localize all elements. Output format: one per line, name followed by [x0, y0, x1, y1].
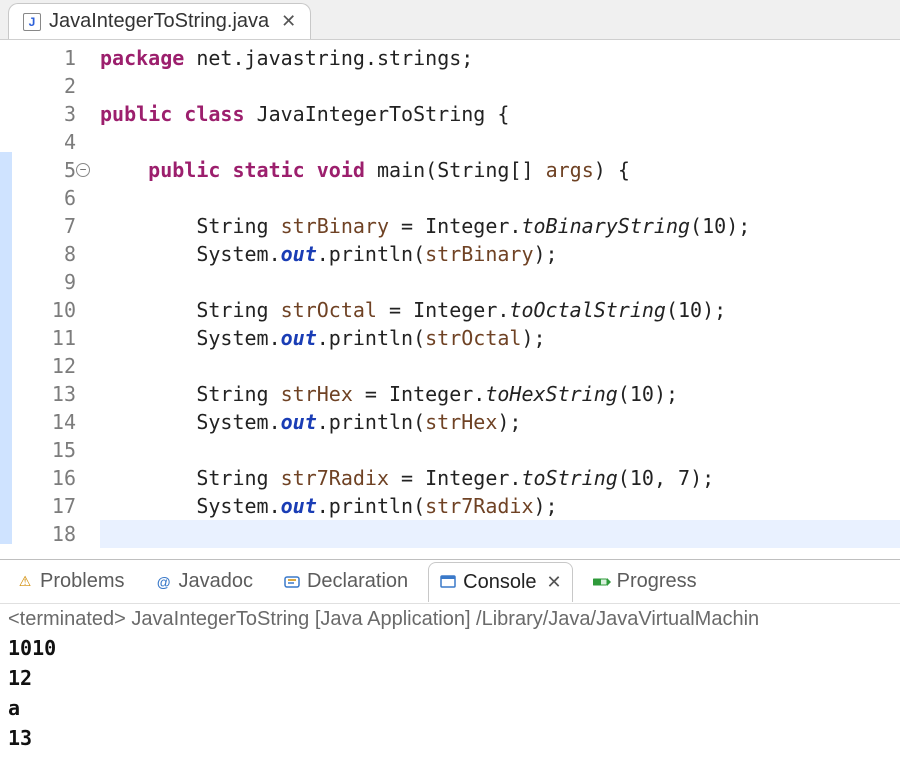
line-number: 7: [12, 212, 76, 240]
fold-collapse-icon[interactable]: −: [76, 163, 90, 177]
change-marker: [0, 320, 12, 348]
change-marker: [0, 460, 12, 488]
change-marker: [0, 292, 12, 320]
code-line[interactable]: System.out.println(strHex);: [100, 408, 900, 436]
line-number: 18: [12, 520, 76, 548]
line-number: 14: [12, 408, 76, 436]
code-line[interactable]: System.out.println(str7Radix);: [100, 492, 900, 520]
line-number-gutter: 12345−6789101112131415161718: [12, 40, 82, 559]
java-file-icon: J: [23, 13, 41, 31]
code-line[interactable]: [100, 72, 900, 100]
change-marker: [0, 376, 12, 404]
tab-declaration-label: Declaration: [307, 570, 408, 593]
line-number: 5−: [12, 156, 76, 184]
close-icon[interactable]: ✕: [277, 11, 296, 32]
code-line[interactable]: public class JavaIntegerToString {: [100, 100, 900, 128]
console-output[interactable]: 1010 12 a 13: [8, 633, 892, 753]
console-view: <terminated> JavaIntegerToString [Java A…: [0, 604, 900, 784]
change-marker: [0, 348, 12, 376]
change-marker: [0, 96, 12, 124]
tab-javadoc-label: Javadoc: [178, 570, 253, 593]
change-marker: [0, 124, 12, 152]
tab-progress-label: Progress: [617, 570, 697, 593]
bottom-panel-tabs: ⚠ Problems @ Javadoc Declaration Console…: [0, 560, 900, 604]
code-line[interactable]: String strHex = Integer.toHexString(10);: [100, 380, 900, 408]
declaration-icon: [283, 573, 301, 591]
line-number: 12: [12, 352, 76, 380]
code-area[interactable]: package net.javastring.strings; public cl…: [82, 40, 900, 559]
line-number: 4: [12, 128, 76, 156]
change-marker: [0, 404, 12, 432]
at-icon: @: [154, 573, 172, 591]
code-line[interactable]: [100, 436, 900, 464]
change-marker: [0, 264, 12, 292]
line-number: 13: [12, 380, 76, 408]
editor-tab-active[interactable]: J JavaIntegerToString.java ✕: [8, 3, 311, 39]
change-marker: [0, 432, 12, 460]
tab-problems-label: Problems: [40, 570, 124, 593]
line-number: 15: [12, 436, 76, 464]
code-line[interactable]: System.out.println(strBinary);: [100, 240, 900, 268]
change-marker: [0, 180, 12, 208]
code-line[interactable]: [100, 128, 900, 156]
code-line[interactable]: [100, 268, 900, 296]
code-line[interactable]: [100, 352, 900, 380]
code-editor[interactable]: 12345−6789101112131415161718 package net…: [0, 40, 900, 560]
code-line[interactable]: [100, 184, 900, 212]
tab-problems[interactable]: ⚠ Problems: [6, 562, 134, 602]
line-number: 17: [12, 492, 76, 520]
line-number: 10: [12, 296, 76, 324]
console-process-description: <terminated> JavaIntegerToString [Java A…: [8, 608, 892, 631]
change-marker: [0, 68, 12, 96]
tab-progress[interactable]: Progress: [583, 562, 707, 602]
code-line[interactable]: System.out.println(strOctal);: [100, 324, 900, 352]
tab-console-label: Console: [463, 571, 536, 594]
line-number: 8: [12, 240, 76, 268]
editor-tab-bar: J JavaIntegerToString.java ✕: [0, 0, 900, 40]
console-icon: [439, 573, 457, 591]
line-number: 9: [12, 268, 76, 296]
change-marker: [0, 236, 12, 264]
line-number: 2: [12, 72, 76, 100]
change-marker: [0, 40, 12, 68]
change-marker: [0, 152, 12, 180]
progress-icon: [593, 573, 611, 591]
line-number: 1: [12, 44, 76, 72]
line-number: 11: [12, 324, 76, 352]
change-marker: [0, 488, 12, 516]
code-line[interactable]: String strOctal = Integer.toOctalString(…: [100, 296, 900, 324]
line-number: 16: [12, 464, 76, 492]
code-line[interactable]: String str7Radix = Integer.toString(10, …: [100, 464, 900, 492]
close-icon[interactable]: ✕: [543, 572, 562, 593]
editor-tab-filename: JavaIntegerToString.java: [49, 10, 269, 33]
warning-icon: ⚠: [16, 573, 34, 591]
line-number: 6: [12, 184, 76, 212]
code-line[interactable]: [100, 520, 900, 548]
code-line[interactable]: package net.javastring.strings;: [100, 44, 900, 72]
tab-console[interactable]: Console ✕: [428, 562, 572, 602]
change-marker: [0, 208, 12, 236]
line-number: 3: [12, 100, 76, 128]
marker-strip: [0, 40, 12, 559]
tab-javadoc[interactable]: @ Javadoc: [144, 562, 263, 602]
code-line[interactable]: public static void main(String[] args) {: [100, 156, 900, 184]
tab-declaration[interactable]: Declaration: [273, 562, 418, 602]
code-line[interactable]: String strBinary = Integer.toBinaryStrin…: [100, 212, 900, 240]
change-marker: [0, 516, 12, 544]
